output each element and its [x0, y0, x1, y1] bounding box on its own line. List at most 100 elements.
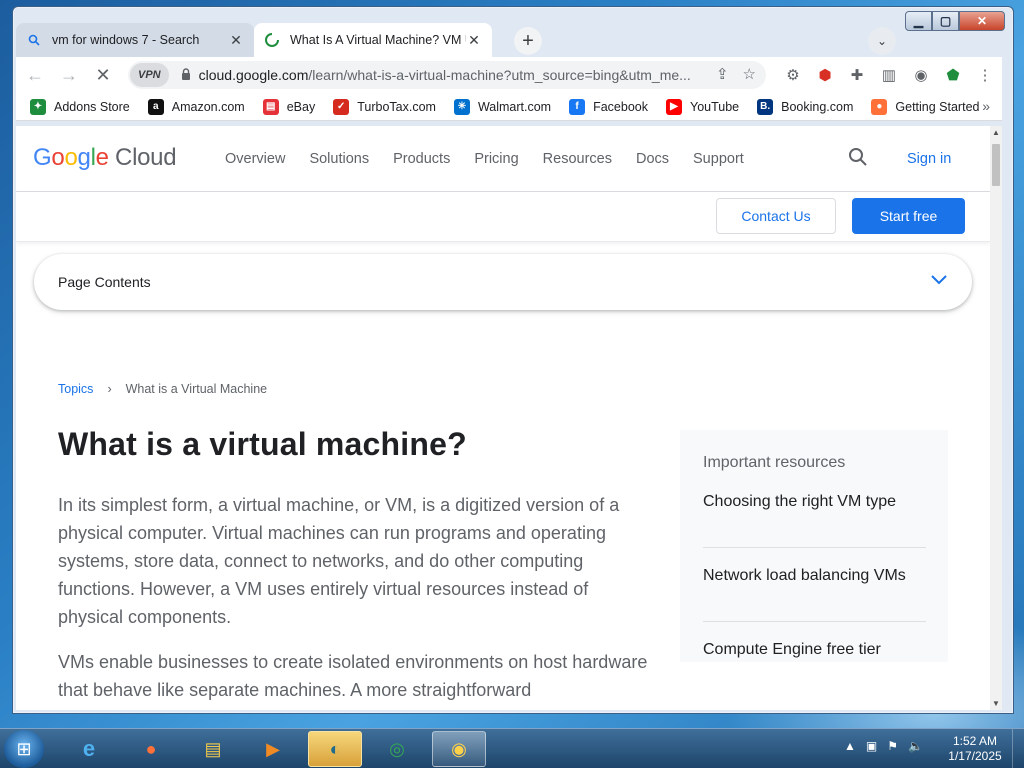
url-path: /learn/what-is-a-virtual-machine?utm_sou…	[308, 67, 691, 83]
taskbar-clock[interactable]: 1:52 AM 1/17/2025	[940, 734, 1010, 764]
close-tab-icon[interactable]: ✕	[466, 32, 482, 49]
bookmark-item[interactable]: ▶ YouTube	[666, 98, 740, 115]
scrollbar-thumb[interactable]	[992, 144, 1000, 186]
share-icon[interactable]: ⇪	[716, 65, 729, 83]
close-tab-icon[interactable]: ✕	[228, 32, 244, 49]
breadcrumb: Topics › What is a Virtual Machine	[58, 382, 267, 396]
bookmark-label: Getting Started	[895, 99, 980, 114]
breadcrumb-current: What is a Virtual Machine	[125, 382, 268, 396]
vpn-app-icon[interactable]: ◐	[308, 731, 362, 767]
extension-gear-icon[interactable]: ⚙	[784, 66, 802, 84]
bookmark-item[interactable]: ✳ Walmart.com	[453, 98, 552, 115]
start-button-windows-icon[interactable]: ⊞	[4, 730, 44, 768]
page-contents-dropdown[interactable]: Page Contents	[34, 254, 972, 310]
bookmark-item[interactable]: a Amazon.com	[147, 98, 245, 115]
google-wordmark: Google	[33, 144, 109, 171]
bookmark-label: Booking.com	[781, 99, 854, 114]
bookmark-favicon-icon: f	[569, 98, 586, 115]
bookmark-favicon-icon: B.	[757, 98, 774, 115]
side-panel-icon[interactable]: ▥	[880, 66, 898, 84]
extensions-area: ⚙ ⬢ ✚ ▥ ◉ ⬟ ⋮	[784, 66, 994, 84]
nav-overview[interactable]: Overview	[225, 151, 285, 167]
new-tab-button[interactable]: +	[514, 27, 542, 55]
bookmark-label: Facebook	[593, 99, 648, 114]
resource-link-free-tier[interactable]: Compute Engine free tier	[703, 640, 926, 696]
address-bar[interactable]: VPN cloud.google.com /learn/what-is-a-vi…	[128, 61, 766, 89]
network-icon[interactable]: ▣	[866, 739, 877, 753]
bookmark-favicon-icon: ●	[871, 98, 888, 115]
bookmark-item[interactable]: f Facebook	[569, 98, 648, 115]
nav-docs[interactable]: Docs	[636, 151, 669, 167]
extension-shield-red-icon[interactable]: ⬢	[816, 66, 834, 84]
bookmark-label: TurboTax.com	[357, 99, 436, 114]
extension-shield-green-icon[interactable]: ⬟	[944, 66, 962, 84]
loading-spinner-icon	[264, 32, 280, 48]
page-title: What is a virtual machine?	[58, 426, 467, 462]
show-desktop-button[interactable]	[1012, 729, 1024, 768]
file-explorer-icon[interactable]: ▤	[186, 731, 240, 767]
vpn-badge[interactable]: VPN	[130, 63, 169, 87]
breadcrumb-topics-link[interactable]: Topics	[58, 382, 93, 396]
bookmark-label: Addons Store	[54, 99, 130, 114]
clock-date: 1/17/2025	[948, 749, 1002, 763]
intro-paragraph: In its simplest form, a virtual machine,…	[58, 495, 620, 627]
tab-search[interactable]: vm for windows 7 - Search ✕	[16, 23, 254, 57]
browser-active-icon[interactable]: ◉	[432, 731, 486, 767]
chrome-icon[interactable]: ◎	[370, 731, 424, 767]
chevron-down-icon[interactable]	[930, 268, 948, 291]
start-free-button[interactable]: Start free	[852, 198, 965, 234]
site-header: Google Cloud Overview Solutions Products…	[16, 126, 990, 192]
nav-resources[interactable]: Resources	[543, 151, 612, 167]
bookmark-favicon-icon: ✓	[333, 98, 350, 115]
bookmark-star-icon[interactable]: ☆	[743, 65, 756, 83]
forward-arrow-icon[interactable]: →	[54, 60, 84, 90]
tab-title: What Is A Virtual Machine? VM U	[290, 33, 466, 47]
tray-expand-icon[interactable]: ▲	[844, 739, 856, 753]
bookmark-item[interactable]: ▤ eBay	[262, 98, 315, 115]
nav-products[interactable]: Products	[393, 151, 450, 167]
bookmark-label: YouTube	[690, 99, 740, 114]
system-tray: ▲ ▣ ⚑ 🔈	[844, 739, 923, 753]
bookmark-favicon-icon: ▶	[666, 98, 682, 115]
resource-link-vm-type[interactable]: Choosing the right VM type	[703, 492, 926, 548]
bookmark-item[interactable]: ✓ TurboTax.com	[333, 98, 436, 115]
nav-solutions[interactable]: Solutions	[309, 151, 369, 167]
volume-muted-icon[interactable]: 🔈	[908, 739, 923, 753]
sign-in-link[interactable]: Sign in	[907, 151, 951, 167]
bookmark-label: Amazon.com	[171, 99, 245, 114]
page-viewport: Google Cloud Overview Solutions Products…	[16, 126, 990, 710]
nav-support[interactable]: Support	[693, 151, 744, 167]
scroll-up-icon[interactable]: ▲	[990, 128, 1002, 137]
bookmark-item[interactable]: B. Booking.com	[757, 98, 854, 115]
media-player-icon[interactable]: ▶	[246, 731, 300, 767]
internet-explorer-icon[interactable]: e	[62, 731, 116, 767]
bookmarks-overflow-icon[interactable]: »	[982, 98, 990, 114]
extensions-puzzle-icon[interactable]: ✚	[848, 66, 866, 84]
bookmark-item[interactable]: ● Getting Started	[871, 98, 980, 115]
scroll-down-icon[interactable]: ▼	[990, 699, 1002, 708]
bookmark-item[interactable]: ✦ Addons Store	[30, 98, 130, 115]
google-cloud-logo[interactable]: Google Cloud	[33, 144, 177, 172]
site-search-icon[interactable]	[848, 147, 868, 173]
profile-avatar-icon[interactable]: ◉	[912, 66, 930, 84]
url-host: cloud.google.com	[198, 67, 309, 83]
resource-link-load-balancing[interactable]: Network load balancing VMs	[703, 566, 926, 622]
tab-search-chevron-icon[interactable]: ⌄	[868, 27, 896, 55]
stop-loading-icon[interactable]: ✕	[88, 60, 118, 90]
action-center-flag-icon[interactable]: ⚑	[887, 739, 898, 753]
nav-pricing[interactable]: Pricing	[474, 151, 518, 167]
tab-virtual-machine[interactable]: What Is A Virtual Machine? VM U ✕	[254, 23, 492, 57]
omnibox-actions: ⇪ ☆	[716, 65, 756, 83]
firefox-icon[interactable]: ●	[124, 731, 178, 767]
search-icon	[26, 32, 42, 48]
page-contents-label: Page Contents	[58, 274, 151, 290]
bookmark-label: Walmart.com	[477, 99, 552, 114]
tab-strip: vm for windows 7 - Search ✕ What Is A Vi…	[16, 23, 976, 57]
bookmark-favicon-icon: a	[147, 98, 164, 115]
contact-us-button[interactable]: Contact Us	[716, 198, 836, 234]
menu-kebab-icon[interactable]: ⋮	[976, 66, 994, 84]
cloud-wordmark: Cloud	[115, 144, 177, 171]
page-scrollbar[interactable]: ▲ ▼	[990, 126, 1002, 710]
back-arrow-icon[interactable]: ←	[20, 60, 50, 90]
lock-icon[interactable]	[181, 67, 191, 83]
